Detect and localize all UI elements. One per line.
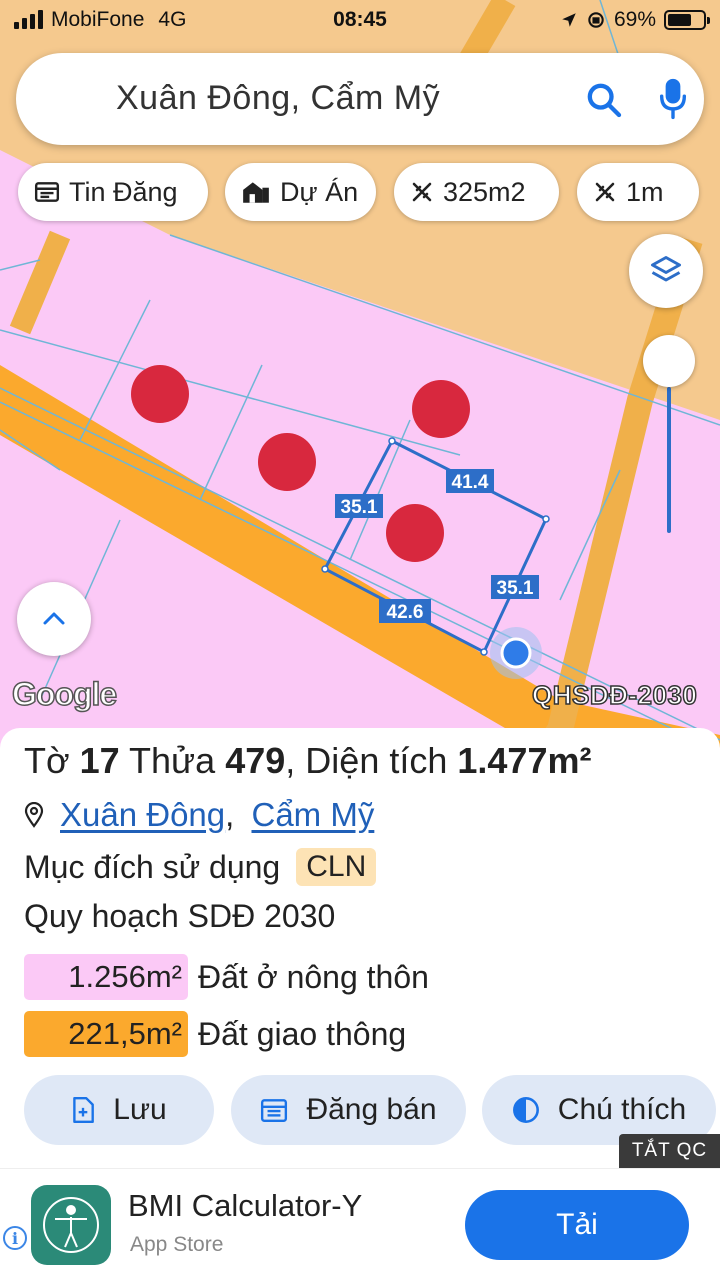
microphone-icon[interactable]	[656, 77, 690, 121]
opacity-slider-handle[interactable]	[643, 335, 695, 387]
zone-name: Đất giao thông	[198, 1015, 407, 1052]
ad-info-icon[interactable]: i	[3, 1226, 27, 1250]
map-layer-label: QHSDĐ-2030	[531, 679, 698, 711]
map-marker	[258, 433, 316, 491]
edge-label: 35.1	[497, 578, 534, 599]
post-for-sale-button[interactable]: Đăng bán	[231, 1075, 466, 1145]
parcel-info-panel: Tờ 17 Thửa 479, Diện tích 1.477m² Xuân Đ…	[0, 728, 720, 1168]
sheet-label: Tờ	[24, 740, 70, 781]
location-pin-icon	[24, 802, 44, 828]
user-location-dot	[500, 637, 532, 669]
purpose-label: Mục đích sử dụng	[24, 848, 281, 885]
plot-label: Thửa	[129, 740, 216, 781]
chevron-up-icon	[43, 612, 65, 625]
location-link-district[interactable]: Cẩm Mỹ	[251, 796, 374, 833]
app-icon[interactable]	[31, 1185, 111, 1265]
chip-label: 1m	[626, 176, 664, 207]
search-icon[interactable]	[584, 80, 624, 120]
zone-area: 221,5m²	[24, 1011, 188, 1057]
chip-label: Tin Đăng	[69, 176, 178, 207]
save-button[interactable]: Lưu	[24, 1075, 214, 1145]
chip-label: 325m2	[443, 176, 526, 207]
zone-row: 1.256m² Đất ở nông thôn	[24, 954, 429, 1000]
location-separator: ,	[225, 796, 235, 833]
bmi-person-icon	[43, 1197, 99, 1253]
download-button[interactable]: Tải	[465, 1190, 689, 1260]
contrast-icon	[512, 1097, 539, 1123]
zone-name: Đất ở nông thôn	[198, 958, 429, 995]
layers-icon	[651, 256, 681, 282]
chip-projects[interactable]: Dự Án	[225, 163, 376, 221]
land-use-purpose: Mục đích sử dụng CLN	[24, 848, 377, 886]
google-attribution: Google	[11, 675, 118, 713]
battery-icon	[664, 10, 710, 30]
map-marker	[412, 380, 470, 438]
expand-panel-button[interactable]	[17, 582, 91, 656]
chip-distance-measure[interactable]: 1m	[577, 163, 699, 221]
plan-title: Quy hoạch SDĐ 2030	[24, 898, 336, 934]
location-arrow-icon	[562, 13, 576, 27]
layers-button[interactable]	[629, 234, 703, 308]
zone-area: 1.256m²	[24, 954, 188, 1000]
map-marker	[386, 504, 444, 562]
area-label: Diện tích	[305, 740, 448, 781]
measure-icon	[412, 182, 432, 202]
search-input[interactable]: Xuân Đông, Cẩm Mỹ	[116, 79, 440, 118]
status-bar: MobiFone 4G 08:45 69%	[0, 0, 720, 40]
parcel-title: Tờ 17 Thửa 479, Diện tích 1.477m²	[24, 740, 592, 781]
building-icon	[243, 182, 269, 203]
edge-label: 41.4	[452, 472, 489, 493]
area-value: 1.477m²	[457, 740, 592, 781]
plot-number: 479	[225, 740, 286, 781]
zone-row: 221,5m² Đất giao thông	[24, 1011, 406, 1057]
chip-label: Dự Án	[280, 176, 359, 207]
measure-icon	[595, 182, 615, 202]
purpose-code-badge: CLN	[296, 848, 377, 886]
battery-percent: 69%	[613, 8, 656, 31]
save-file-icon	[73, 1096, 95, 1124]
search-bar[interactable]: Xuân Đông, Cẩm Mỹ	[16, 53, 704, 145]
legend-label: Chú thích	[557, 1093, 687, 1126]
hide-ads-button[interactable]: TẮT QC	[619, 1134, 720, 1168]
chip-listings[interactable]: Tin Đăng	[18, 163, 208, 221]
edge-label: 35.1	[341, 497, 378, 518]
post-for-sale-label: Đăng bán	[306, 1093, 437, 1126]
opacity-slider-track[interactable]	[667, 387, 671, 533]
edge-label: 42.6	[387, 602, 424, 623]
listing-icon	[34, 182, 60, 202]
calendar-icon	[261, 1099, 288, 1122]
location-row: Xuân Đông, Cẩm Mỹ	[24, 796, 374, 834]
location-link-commune[interactable]: Xuân Đông	[60, 796, 225, 833]
ad-store-name: App Store	[130, 1233, 224, 1256]
rotation-lock-icon	[588, 12, 604, 28]
sheet-number: 17	[79, 740, 120, 781]
chip-area-measure[interactable]: 325m2	[394, 163, 559, 221]
ad-app-name: BMI Calculator-Y	[128, 1188, 363, 1223]
map-marker	[131, 365, 189, 423]
save-label: Lưu	[113, 1093, 167, 1126]
